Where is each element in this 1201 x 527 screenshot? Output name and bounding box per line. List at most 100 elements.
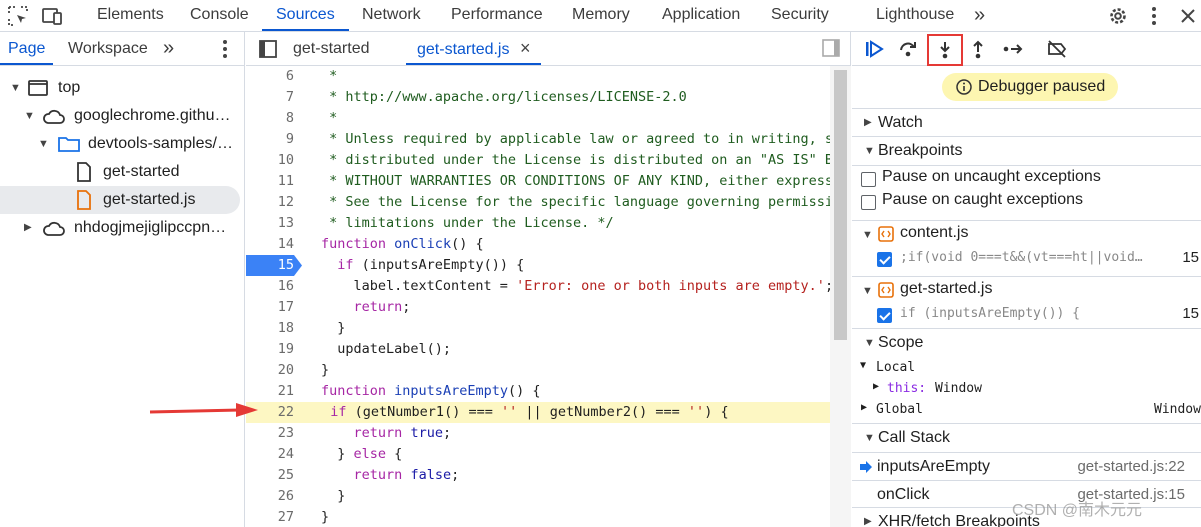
tab-console[interactable]: Console bbox=[190, 0, 249, 31]
tab-memory[interactable]: Memory bbox=[572, 0, 630, 31]
section-call-stack[interactable]: ▼ Call Stack bbox=[852, 423, 1201, 451]
tree-item-file-selected[interactable]: get-started.js bbox=[0, 186, 240, 214]
call-frame-row[interactable]: inputsAreEmpty get-started.js:22 bbox=[852, 452, 1201, 480]
line-number[interactable]: 26 bbox=[246, 486, 294, 507]
code-line[interactable]: 27} bbox=[246, 507, 830, 527]
expand-triangle-icon[interactable]: ▼ bbox=[862, 281, 874, 301]
tab-performance[interactable]: Performance bbox=[451, 0, 543, 31]
code-line[interactable]: 20} bbox=[246, 360, 830, 381]
step-out-button[interactable] bbox=[964, 35, 992, 63]
code-line[interactable]: 10 * distributed under the License is di… bbox=[246, 150, 830, 171]
line-number[interactable]: 8 bbox=[246, 108, 294, 129]
line-number[interactable]: 25 bbox=[246, 465, 294, 486]
line-number[interactable]: 6 bbox=[246, 66, 294, 87]
step-into-button[interactable] bbox=[927, 34, 963, 66]
resume-button[interactable] bbox=[860, 35, 888, 63]
line-number[interactable]: 19 bbox=[246, 339, 294, 360]
code-line[interactable]: 14 function onClick() { bbox=[246, 234, 830, 255]
expand-triangle-icon[interactable]: ▶ bbox=[24, 214, 36, 242]
line-number[interactable]: 17 bbox=[246, 297, 294, 318]
code-line[interactable]: 7 * http://www.apache.org/licenses/LICEN… bbox=[246, 87, 830, 108]
vertical-scrollbar[interactable] bbox=[830, 66, 851, 527]
line-number[interactable]: 18 bbox=[246, 318, 294, 339]
tab-security[interactable]: Security bbox=[771, 0, 829, 31]
step-over-button[interactable] bbox=[894, 35, 922, 63]
close-tab-icon[interactable]: × bbox=[520, 38, 531, 58]
more-navigator-tabs-button[interactable]: » bbox=[163, 32, 174, 65]
tab-get-started[interactable]: get-started bbox=[293, 32, 369, 65]
code-line[interactable]: 22 if (getNumber1() === '' || getNumber2… bbox=[246, 402, 830, 423]
inspect-element-icon[interactable] bbox=[6, 4, 30, 28]
close-icon[interactable] bbox=[1176, 4, 1200, 28]
code-line[interactable]: 21 function inputsAreEmpty() { bbox=[246, 381, 830, 402]
expand-triangle-icon[interactable]: ▼ bbox=[860, 360, 866, 371]
section-scope[interactable]: ▼ Scope bbox=[852, 328, 1201, 356]
toggle-navigator-icon[interactable] bbox=[256, 37, 280, 61]
expand-triangle-icon[interactable]: ▶ bbox=[873, 381, 879, 392]
deactivate-breakpoints-button[interactable] bbox=[1042, 35, 1070, 63]
tab-sources[interactable]: Sources bbox=[262, 0, 349, 31]
line-number[interactable]: 24 bbox=[246, 444, 294, 465]
tab-get-started-js[interactable]: get-started.js × bbox=[406, 32, 542, 65]
code-line[interactable]: 26 } bbox=[246, 486, 830, 507]
line-number[interactable]: 9 bbox=[246, 129, 294, 150]
line-number[interactable]: 10 bbox=[246, 150, 294, 171]
tree-item-origin[interactable]: ▼ googlechrome.githu… bbox=[0, 102, 240, 130]
line-number[interactable]: 15 bbox=[246, 255, 294, 276]
scrollbar-thumb[interactable] bbox=[834, 70, 847, 340]
pause-caught-checkbox[interactable] bbox=[861, 195, 876, 210]
expand-triangle-icon[interactable]: ▼ bbox=[862, 225, 874, 245]
line-number[interactable]: 20 bbox=[246, 360, 294, 381]
tree-item-folder[interactable]: ▼ devtools-samples/… bbox=[0, 130, 240, 158]
code-line[interactable]: 16 label.textContent = 'Error: one or bo… bbox=[246, 276, 830, 297]
line-number[interactable]: 21 bbox=[246, 381, 294, 402]
toggle-debugger-icon[interactable] bbox=[820, 37, 844, 61]
tab-network[interactable]: Network bbox=[362, 0, 421, 31]
code-line[interactable]: 25 return false; bbox=[246, 465, 830, 486]
tab-application[interactable]: Application bbox=[662, 0, 740, 31]
line-number[interactable]: 27 bbox=[246, 507, 294, 527]
tab-lighthouse[interactable]: Lighthouse bbox=[876, 0, 954, 31]
line-number[interactable]: 16 bbox=[246, 276, 294, 297]
section-watch[interactable]: ▶ Watch bbox=[852, 108, 1201, 136]
line-number[interactable]: 7 bbox=[246, 87, 294, 108]
device-toolbar-icon[interactable] bbox=[40, 4, 64, 28]
expand-triangle-icon[interactable]: ▼ bbox=[38, 130, 50, 158]
section-breakpoints[interactable]: ▼ Breakpoints bbox=[852, 136, 1201, 164]
pause-uncaught-checkbox[interactable] bbox=[861, 172, 876, 187]
expand-triangle-icon[interactable]: ▼ bbox=[24, 102, 36, 130]
breakpoint-checkbox[interactable] bbox=[877, 252, 892, 267]
code-line[interactable]: 6 * bbox=[246, 66, 830, 87]
more-options-icon[interactable] bbox=[1142, 4, 1166, 28]
line-number[interactable]: 23 bbox=[246, 423, 294, 444]
code-line[interactable]: 17 return; bbox=[246, 297, 830, 318]
expand-triangle-icon[interactable]: ▶ bbox=[861, 402, 867, 413]
code-line[interactable]: 11 * WITHOUT WARRANTIES OR CONDITIONS OF… bbox=[246, 171, 830, 192]
step-button[interactable] bbox=[998, 35, 1026, 63]
code-line[interactable]: 13 * limitations under the License. */ bbox=[246, 213, 830, 234]
line-number[interactable]: 12 bbox=[246, 192, 294, 213]
tab-elements[interactable]: Elements bbox=[97, 0, 164, 31]
code-line[interactable]: 24 } else { bbox=[246, 444, 830, 465]
tree-item-top[interactable]: ▼ top bbox=[0, 74, 240, 102]
line-number[interactable]: 11 bbox=[246, 171, 294, 192]
breakpoint-checkbox[interactable] bbox=[877, 308, 892, 323]
tree-item-extension[interactable]: ▶ nhdogjmejiglipccpn… bbox=[0, 214, 240, 242]
code-line[interactable]: 8 * bbox=[246, 108, 830, 129]
line-number[interactable]: 13 bbox=[246, 213, 294, 234]
expand-triangle-icon[interactable]: ▼ bbox=[10, 74, 22, 102]
more-options-icon[interactable] bbox=[213, 37, 237, 61]
code-line[interactable]: 15 if (inputsAreEmpty()) { bbox=[246, 255, 830, 276]
code-line[interactable]: 23 return true; bbox=[246, 423, 830, 444]
line-number[interactable]: 14 bbox=[246, 234, 294, 255]
tab-workspace[interactable]: Workspace bbox=[68, 32, 148, 65]
more-tabs-button[interactable]: » bbox=[974, 0, 985, 31]
code-area[interactable]: 6 * 7 * http://www.apache.org/licenses/LI… bbox=[246, 66, 830, 527]
code-line[interactable]: 19 updateLabel(); bbox=[246, 339, 830, 360]
code-line[interactable]: 12 * See the License for the specific la… bbox=[246, 192, 830, 213]
code-line[interactable]: 18 } bbox=[246, 318, 830, 339]
gear-icon[interactable] bbox=[1106, 4, 1130, 28]
tab-page[interactable]: Page bbox=[0, 32, 54, 65]
tree-item-file[interactable]: get-started bbox=[0, 158, 240, 186]
code-line[interactable]: 9 * Unless required by applicable law or… bbox=[246, 129, 830, 150]
